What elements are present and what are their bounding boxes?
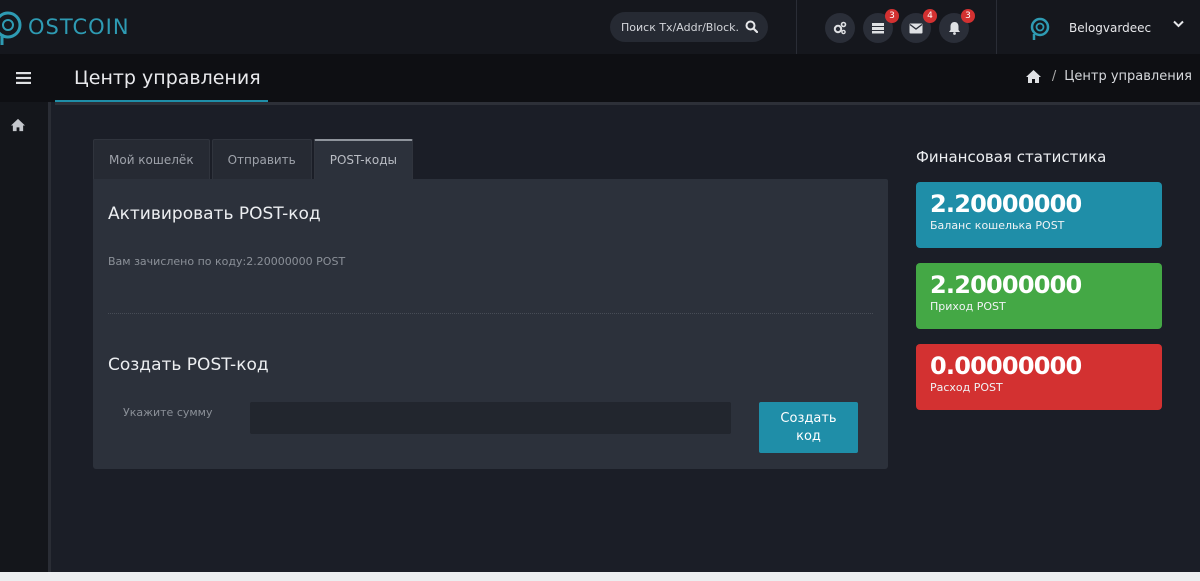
wallet-tabs: Мой кошелёк Отправить POST-коды	[93, 139, 415, 179]
navbar-divider	[796, 0, 797, 54]
tab-send[interactable]: Отправить	[211, 139, 312, 179]
home-icon[interactable]	[1025, 69, 1042, 84]
search-input[interactable]	[621, 20, 739, 34]
bell-icon	[948, 22, 960, 35]
activation-message: Вам зачислено по коду:2.20000000 POST	[108, 255, 346, 268]
tab-post-codes[interactable]: POST-коды	[313, 139, 413, 179]
user-menu[interactable]: Belogvardeec	[1028, 14, 1151, 42]
page-header: Центр управления / Центр управления	[0, 54, 1200, 103]
amount-label: Укажите сумму	[123, 406, 213, 419]
amount-input[interactable]	[250, 402, 731, 434]
brand-logo[interactable]: OSTCOIN	[0, 8, 130, 46]
postcoin-logo-icon	[0, 11, 22, 45]
hamburger-menu-icon	[15, 72, 31, 84]
stat-value: 2.20000000	[930, 271, 1082, 299]
settings-button[interactable]	[825, 13, 855, 43]
chevron-down-icon[interactable]	[1173, 20, 1184, 28]
stat-wallet-balance: 2.20000000 Баланс кошелька POST	[916, 182, 1162, 248]
username: Belogvardeec	[1069, 21, 1152, 35]
wallet-notifications-button[interactable]: 3	[863, 9, 899, 43]
brand-logo-text: OSTCOIN	[28, 15, 130, 39]
stat-value: 0.00000000	[930, 352, 1082, 380]
navbar-divider	[996, 0, 997, 54]
envelope-icon	[909, 23, 923, 33]
messages-button[interactable]: 4	[901, 9, 937, 43]
create-heading: Создать POST-код	[108, 355, 269, 375]
top-navbar: OSTCOIN 3 4	[0, 0, 1200, 54]
sidebar-toggle-button[interactable]	[0, 54, 46, 102]
stat-income: 2.20000000 Приход POST	[916, 263, 1162, 329]
section-divider	[108, 313, 873, 314]
alerts-badge: 3	[961, 9, 975, 23]
page-title: Центр управления	[74, 67, 261, 89]
stat-label: Приход POST	[930, 300, 1006, 313]
breadcrumb-current: Центр управления	[1064, 69, 1192, 84]
avatar	[1030, 17, 1050, 40]
post-codes-panel: Активировать POST-код Вам зачислено по к…	[93, 179, 888, 469]
header-bottom-border	[55, 102, 1200, 105]
stat-expense: 0.00000000 Расход POST	[916, 344, 1162, 410]
search-icon[interactable]	[745, 20, 758, 33]
breadcrumb-separator: /	[1051, 69, 1057, 84]
alerts-button[interactable]: 3	[939, 9, 975, 43]
stat-label: Баланс кошелька POST	[930, 219, 1065, 232]
stats-title: Финансовая статистика	[916, 148, 1107, 166]
search-box	[610, 12, 768, 42]
sidebar	[0, 102, 51, 572]
activate-heading: Активировать POST-код	[108, 204, 321, 224]
sidebar-home-icon[interactable]	[10, 118, 26, 132]
breadcrumb: / Центр управления	[1025, 69, 1192, 84]
window-bottom-edge	[0, 572, 1200, 581]
wallet-notifications-badge: 3	[885, 9, 899, 23]
stack-icon	[872, 23, 884, 34]
create-code-button[interactable]: Создать код	[759, 402, 858, 453]
stat-value: 2.20000000	[930, 190, 1082, 218]
tab-my-wallet[interactable]: Мой кошелёк	[93, 139, 210, 179]
messages-badge: 4	[923, 9, 937, 23]
stat-label: Расход POST	[930, 381, 1003, 394]
gears-icon	[833, 21, 847, 35]
